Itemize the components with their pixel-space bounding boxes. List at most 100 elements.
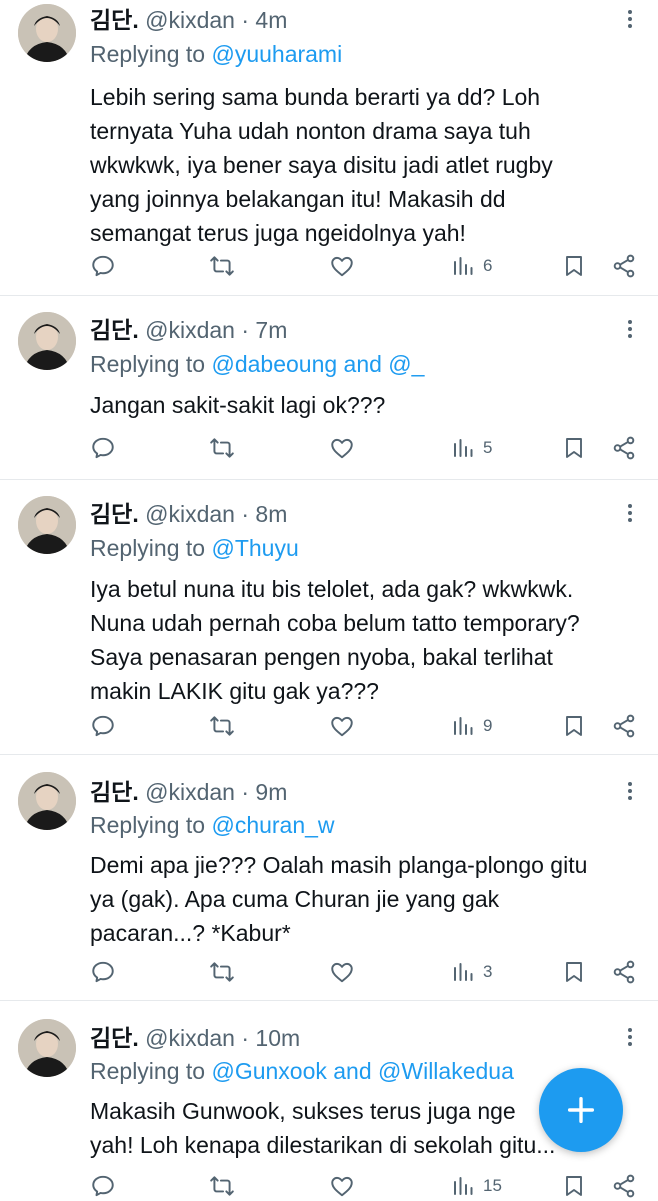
author-handle[interactable]: @kixdan <box>145 7 235 33</box>
avatar[interactable] <box>18 1019 76 1077</box>
more-icon[interactable] <box>626 8 634 32</box>
tweet-text: Iya betul nuna itu bis telolet, ada gak?… <box>90 572 610 708</box>
tweet-text-line: ternyata Yuha udah nonton drama saya tuh <box>90 118 531 144</box>
tweet-text-line: Iya betul nuna itu bis telolet, ada gak?… <box>90 576 574 602</box>
more-icon[interactable] <box>626 502 634 526</box>
reply-button[interactable] <box>90 251 116 281</box>
replying-to-label: Replying to <box>90 1058 212 1084</box>
views-icon <box>454 439 473 457</box>
author-handle[interactable]: @kixdan <box>145 1025 235 1051</box>
tweet-text-line: Demi apa jie??? Oalah masih planga-plong… <box>90 852 588 878</box>
action-bar: 9 <box>0 711 658 741</box>
like-button[interactable] <box>329 251 355 281</box>
like-button[interactable] <box>329 957 355 987</box>
separator-dot: · <box>241 317 250 343</box>
bookmark-button[interactable] <box>562 1171 586 1201</box>
retweet-button[interactable] <box>208 711 236 741</box>
retweet-button[interactable] <box>208 1171 236 1201</box>
replying-to-label: Replying to <box>90 41 212 67</box>
share-button[interactable] <box>611 433 637 463</box>
views-icon <box>454 963 473 981</box>
timestamp[interactable]: 7m <box>255 317 287 343</box>
tweet[interactable]: 김단. @kixdan · 7m Replying to @dabeoung a… <box>0 296 658 480</box>
like-button[interactable] <box>329 433 355 463</box>
avatar[interactable] <box>18 312 76 370</box>
views-count: 15 <box>483 1176 502 1195</box>
author-handle[interactable]: @kixdan <box>145 779 235 805</box>
retweet-icon <box>210 438 234 458</box>
reply-icon <box>92 1175 114 1197</box>
tweet[interactable]: 김단. @kixdan · 8m Replying to @Thuyu Iya … <box>0 480 658 755</box>
reply-mentions[interactable]: @dabeoung and @_ <box>211 351 424 377</box>
reply-mentions[interactable]: @yuuharami <box>211 41 342 67</box>
author-name[interactable]: 김단. <box>90 1025 139 1051</box>
reply-button[interactable] <box>90 957 116 987</box>
timestamp[interactable]: 4m <box>255 7 287 33</box>
timestamp[interactable]: 10m <box>255 1025 300 1051</box>
tweet-text-line: yang joinnya belakangan itu! Makasih dd <box>90 186 506 212</box>
tweet-text: Jangan sakit-sakit lagi ok??? <box>90 388 610 422</box>
tweet-text-line: yah! Loh kenapa dilestarikan di sekolah … <box>90 1132 556 1158</box>
author-handle[interactable]: @kixdan <box>145 317 235 343</box>
like-icon <box>331 256 353 277</box>
reply-button[interactable] <box>90 433 116 463</box>
replying-to-label: Replying to <box>90 535 212 561</box>
retweet-button[interactable] <box>208 251 236 281</box>
author-name[interactable]: 김단. <box>90 7 139 33</box>
views-count: 9 <box>483 716 493 735</box>
bookmark-icon <box>566 716 582 736</box>
reply-mentions[interactable]: @Thuyu <box>211 535 298 561</box>
views-icon <box>454 717 473 735</box>
separator-dot: · <box>241 7 250 33</box>
bookmark-button[interactable] <box>562 433 586 463</box>
replying-to: Replying to @Gunxook and @Willakedua <box>90 1057 514 1085</box>
reply-button[interactable] <box>90 1171 116 1201</box>
reply-icon <box>92 255 114 277</box>
action-bar: 3 <box>0 957 658 987</box>
bookmark-icon <box>566 438 582 458</box>
like-button[interactable] <box>329 1171 355 1201</box>
avatar[interactable] <box>18 496 76 554</box>
timestamp[interactable]: 9m <box>255 779 287 805</box>
author-handle[interactable]: @kixdan <box>145 501 235 527</box>
separator-dot: · <box>241 779 250 805</box>
bookmark-button[interactable] <box>562 251 586 281</box>
avatar[interactable] <box>18 772 76 830</box>
tweet-text-line: Makasih Gunwook, sukses terus juga nge <box>90 1098 516 1124</box>
author-name[interactable]: 김단. <box>90 779 139 805</box>
views-button[interactable]: 9 <box>451 711 492 741</box>
bookmark-button[interactable] <box>562 711 586 741</box>
like-button[interactable] <box>329 711 355 741</box>
retweet-button[interactable] <box>208 957 236 987</box>
reply-mentions[interactable]: @churan_w <box>211 812 334 838</box>
share-button[interactable] <box>611 711 637 741</box>
more-icon[interactable] <box>626 318 634 342</box>
bookmark-icon <box>566 256 582 276</box>
views-button[interactable]: 3 <box>451 957 492 987</box>
replying-to-label: Replying to <box>90 351 212 377</box>
avatar[interactable] <box>18 4 76 62</box>
retweet-button[interactable] <box>208 433 236 463</box>
share-button[interactable] <box>611 957 637 987</box>
views-button[interactable]: 15 <box>451 1171 502 1201</box>
tweet[interactable]: 김단. @kixdan · 9m Replying to @churan_w D… <box>0 755 658 1001</box>
author-name[interactable]: 김단. <box>90 317 139 343</box>
like-icon <box>331 438 353 459</box>
more-icon[interactable] <box>626 1026 634 1050</box>
views-button[interactable]: 6 <box>451 251 492 281</box>
author-name[interactable]: 김단. <box>90 501 139 527</box>
reply-button[interactable] <box>90 711 116 741</box>
compose-button[interactable] <box>539 1068 623 1152</box>
share-button[interactable] <box>611 251 637 281</box>
more-icon[interactable] <box>626 780 634 804</box>
share-button[interactable] <box>611 1171 637 1201</box>
like-icon <box>331 1176 353 1197</box>
share-icon <box>613 254 635 278</box>
tweet[interactable]: 김단. @kixdan · 4m Replying to @yuuharami … <box>0 0 658 296</box>
reply-mentions[interactable]: @Gunxook and @Willakedua <box>211 1058 513 1084</box>
views-button[interactable]: 5 <box>451 433 492 463</box>
timestamp[interactable]: 8m <box>255 501 287 527</box>
retweet-icon <box>210 962 234 982</box>
bookmark-button[interactable] <box>562 957 586 987</box>
reply-icon <box>92 437 114 459</box>
